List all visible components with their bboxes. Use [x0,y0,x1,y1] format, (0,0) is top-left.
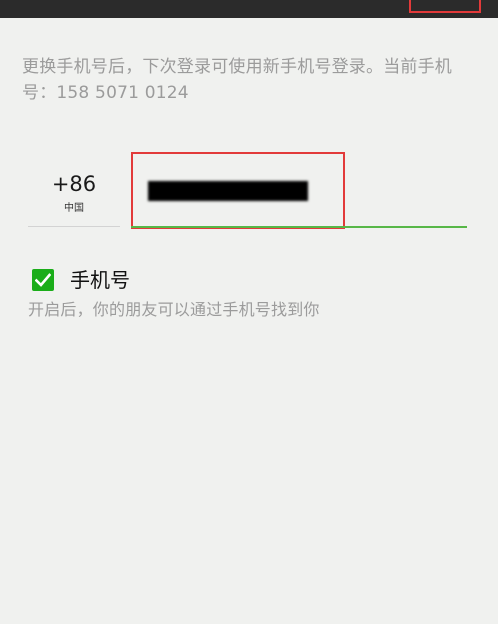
country-selector[interactable]: +86 中国 [28,168,120,226]
phone-input-underline [131,226,467,228]
phone-change-notice: 更换手机号后，下次登录可使用新手机号登录。当前手机号：158 5071 0124 [22,57,452,103]
top-bar [0,0,498,18]
discoverable-checkbox[interactable] [32,269,54,291]
new-phone-input[interactable] [131,152,345,229]
redacted-phone-value [148,181,308,201]
discoverable-by-phone-row[interactable]: 手机号 [32,267,130,293]
country-name: 中国 [64,203,84,214]
country-underline [28,226,120,227]
discoverable-label: 手机号 [70,268,130,292]
check-icon [35,273,51,287]
country-code: +86 [51,172,97,196]
discoverable-hint: 开启后，你的朋友可以通过手机号找到你 [28,300,320,319]
highlighted-action-button[interactable] [409,0,481,13]
